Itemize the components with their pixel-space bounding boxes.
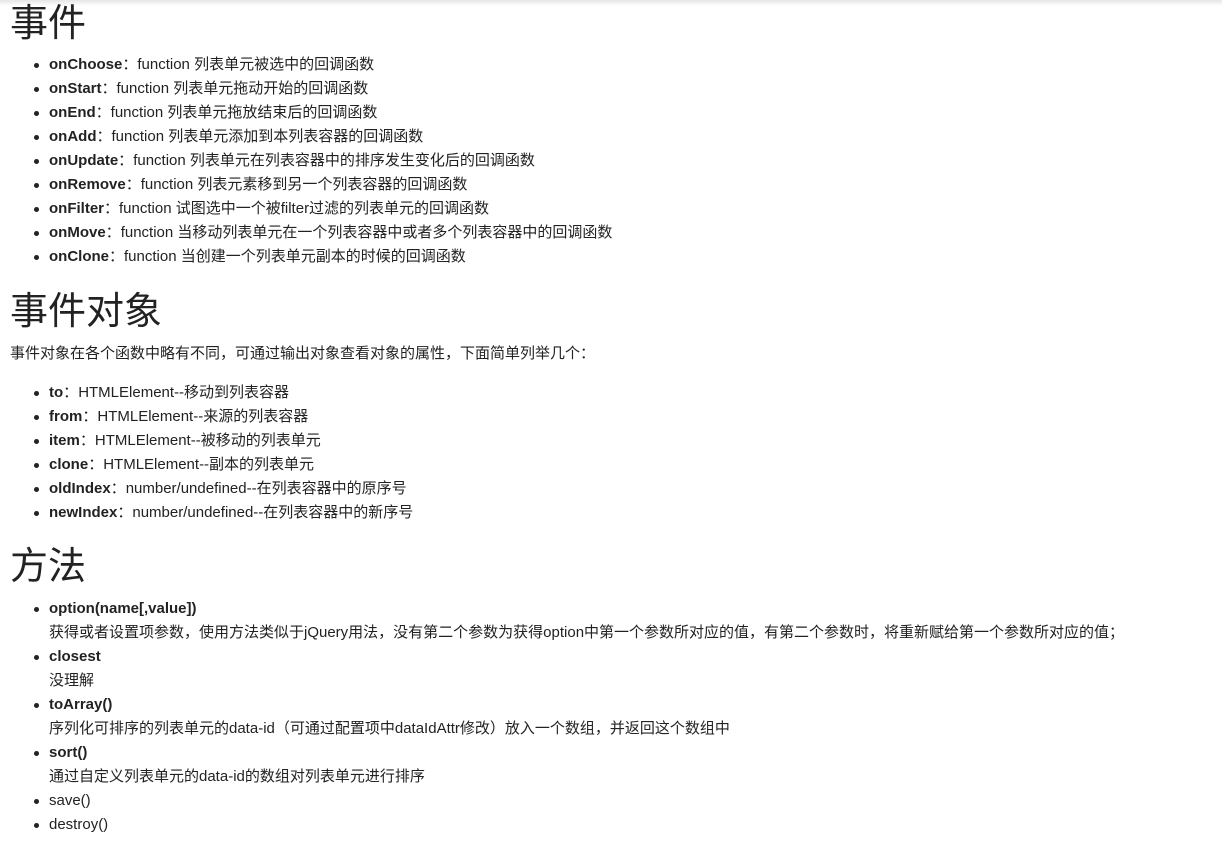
property-name: to [49, 384, 64, 401]
separator: ： [79, 432, 95, 449]
event-description: function 试图选中一个被filter过滤的列表单元的回调函数 [119, 200, 490, 217]
event-name: onRemove [49, 176, 126, 193]
property-description: HTMLElement--副本的列表单元 [103, 456, 315, 473]
list-item: onAdd：function 列表单元添加到本列表容器的回调函数 [10, 125, 612, 149]
method-description: 通过自定义列表单元的data-id的数组对列表单元进行排序 [49, 768, 425, 785]
property-name: from [49, 408, 83, 425]
list-item: clone：HTMLElement--副本的列表单元 [10, 453, 413, 477]
property-description: number/undefined--在列表容器中的原序号 [125, 480, 407, 497]
section-heading-events: 事件 [10, 1, 87, 45]
list-item: onChoose：function 列表单元被选中的回调函数 [10, 53, 612, 77]
list-item: to：HTMLElement--移动到列表容器 [10, 381, 413, 405]
events-list: onChoose：function 列表单元被选中的回调函数 onStart：f… [10, 53, 612, 269]
method-name: sort() [49, 744, 88, 761]
property-name: newIndex [49, 504, 118, 521]
list-item: save() [10, 789, 1124, 813]
list-item: onRemove：function 列表元素移到另一个列表容器的回调函数 [10, 173, 612, 197]
list-item: newIndex：number/undefined--在列表容器中的新序号 [10, 501, 413, 525]
event-name: onAdd [49, 128, 97, 145]
method-name: destroy() [49, 816, 109, 833]
event-name: onEnd [49, 104, 96, 121]
method-name: save() [49, 792, 91, 809]
separator: ： [117, 504, 133, 521]
event-description: function 列表单元拖放结束后的回调函数 [110, 104, 378, 121]
method-name: toArray() [49, 696, 113, 713]
separator: ： [122, 56, 138, 73]
separator: ： [105, 224, 121, 241]
separator: ： [104, 200, 120, 217]
list-item: option(name[,value]) 获得或者设置项参数，使用方法类似于jQu… [10, 597, 1124, 645]
list-item: oldIndex：number/undefined--在列表容器中的原序号 [10, 477, 413, 501]
property-description: HTMLElement--来源的列表容器 [97, 408, 309, 425]
event-name: onUpdate [49, 152, 119, 169]
method-name: closest [49, 648, 101, 665]
method-description: 序列化可排序的列表单元的data-id（可通过配置项中dataIdAttr修改）… [49, 720, 730, 737]
event-name: onStart [49, 80, 102, 97]
event-description: function 列表单元拖动开始的回调函数 [116, 80, 369, 97]
list-item: destroy() [10, 813, 1124, 837]
methods-list: option(name[,value]) 获得或者设置项参数，使用方法类似于jQu… [10, 597, 1124, 837]
property-description: number/undefined--在列表容器中的新序号 [132, 504, 414, 521]
event-name: onClone [49, 248, 109, 265]
list-item: toArray() 序列化可排序的列表单元的data-id（可通过配置项中data… [10, 693, 1124, 741]
event-description: function 列表单元被选中的回调函数 [137, 56, 375, 73]
top-edge-shadow [0, 0, 1222, 6]
list-item: onClone：function 当创建一个列表单元副本的时候的回调函数 [10, 245, 612, 269]
property-name: clone [49, 456, 89, 473]
method-name: option(name[,value]) [49, 600, 197, 617]
list-item: closest 没理解 [10, 645, 1124, 693]
event-object-intro: 事件对象在各个函数中略有不同，可通过输出对象查看对象的属性，下面简单列举几个： [10, 345, 596, 362]
list-item: onUpdate：function 列表单元在列表容器中的排序发生变化后的回调函… [10, 149, 612, 173]
separator: ： [82, 408, 98, 425]
separator: ： [96, 128, 112, 145]
event-description: function 列表单元在列表容器中的排序发生变化后的回调函数 [133, 152, 535, 169]
separator: ： [63, 384, 79, 401]
event-description: function 列表元素移到另一个列表容器的回调函数 [140, 176, 468, 193]
list-item: item：HTMLElement--被移动的列表单元 [10, 429, 413, 453]
event-name: onFilter [49, 200, 104, 217]
separator: ： [125, 176, 141, 193]
list-item: onMove：function 当移动列表单元在一个列表容器中或者多个列表容器中… [10, 221, 612, 245]
list-item: onFilter：function 试图选中一个被filter过滤的列表单元的回… [10, 197, 612, 221]
event-description: function 当移动列表单元在一个列表容器中或者多个列表容器中的回调函数 [120, 224, 613, 241]
separator: ： [101, 80, 117, 97]
event-description: function 列表单元添加到本列表容器的回调函数 [111, 128, 424, 145]
separator: ： [110, 480, 126, 497]
separator: ： [95, 104, 111, 121]
separator: ： [109, 248, 125, 265]
separator: ： [118, 152, 134, 169]
method-description: 没理解 [49, 672, 95, 689]
event-description: function 当创建一个列表单元副本的时候的回调函数 [124, 248, 466, 265]
property-description: HTMLElement--被移动的列表单元 [94, 432, 321, 449]
list-item: sort() 通过自定义列表单元的data-id的数组对列表单元进行排序 [10, 741, 1124, 789]
list-item: onStart：function 列表单元拖动开始的回调函数 [10, 77, 612, 101]
list-item: onEnd：function 列表单元拖放结束后的回调函数 [10, 101, 612, 125]
separator: ： [88, 456, 104, 473]
property-name: item [49, 432, 80, 449]
property-description: HTMLElement--移动到列表容器 [78, 384, 290, 401]
section-heading-event-object: 事件对象 [10, 289, 163, 333]
section-heading-methods: 方法 [10, 544, 87, 588]
method-description: 获得或者设置项参数，使用方法类似于jQuery用法，没有第二个参数为获得opti… [49, 624, 1125, 641]
event-object-list: to：HTMLElement--移动到列表容器 from：HTMLElement… [10, 381, 413, 525]
property-name: oldIndex [49, 480, 111, 497]
list-item: from：HTMLElement--来源的列表容器 [10, 405, 413, 429]
event-name: onMove [49, 224, 106, 241]
event-name: onChoose [49, 56, 123, 73]
